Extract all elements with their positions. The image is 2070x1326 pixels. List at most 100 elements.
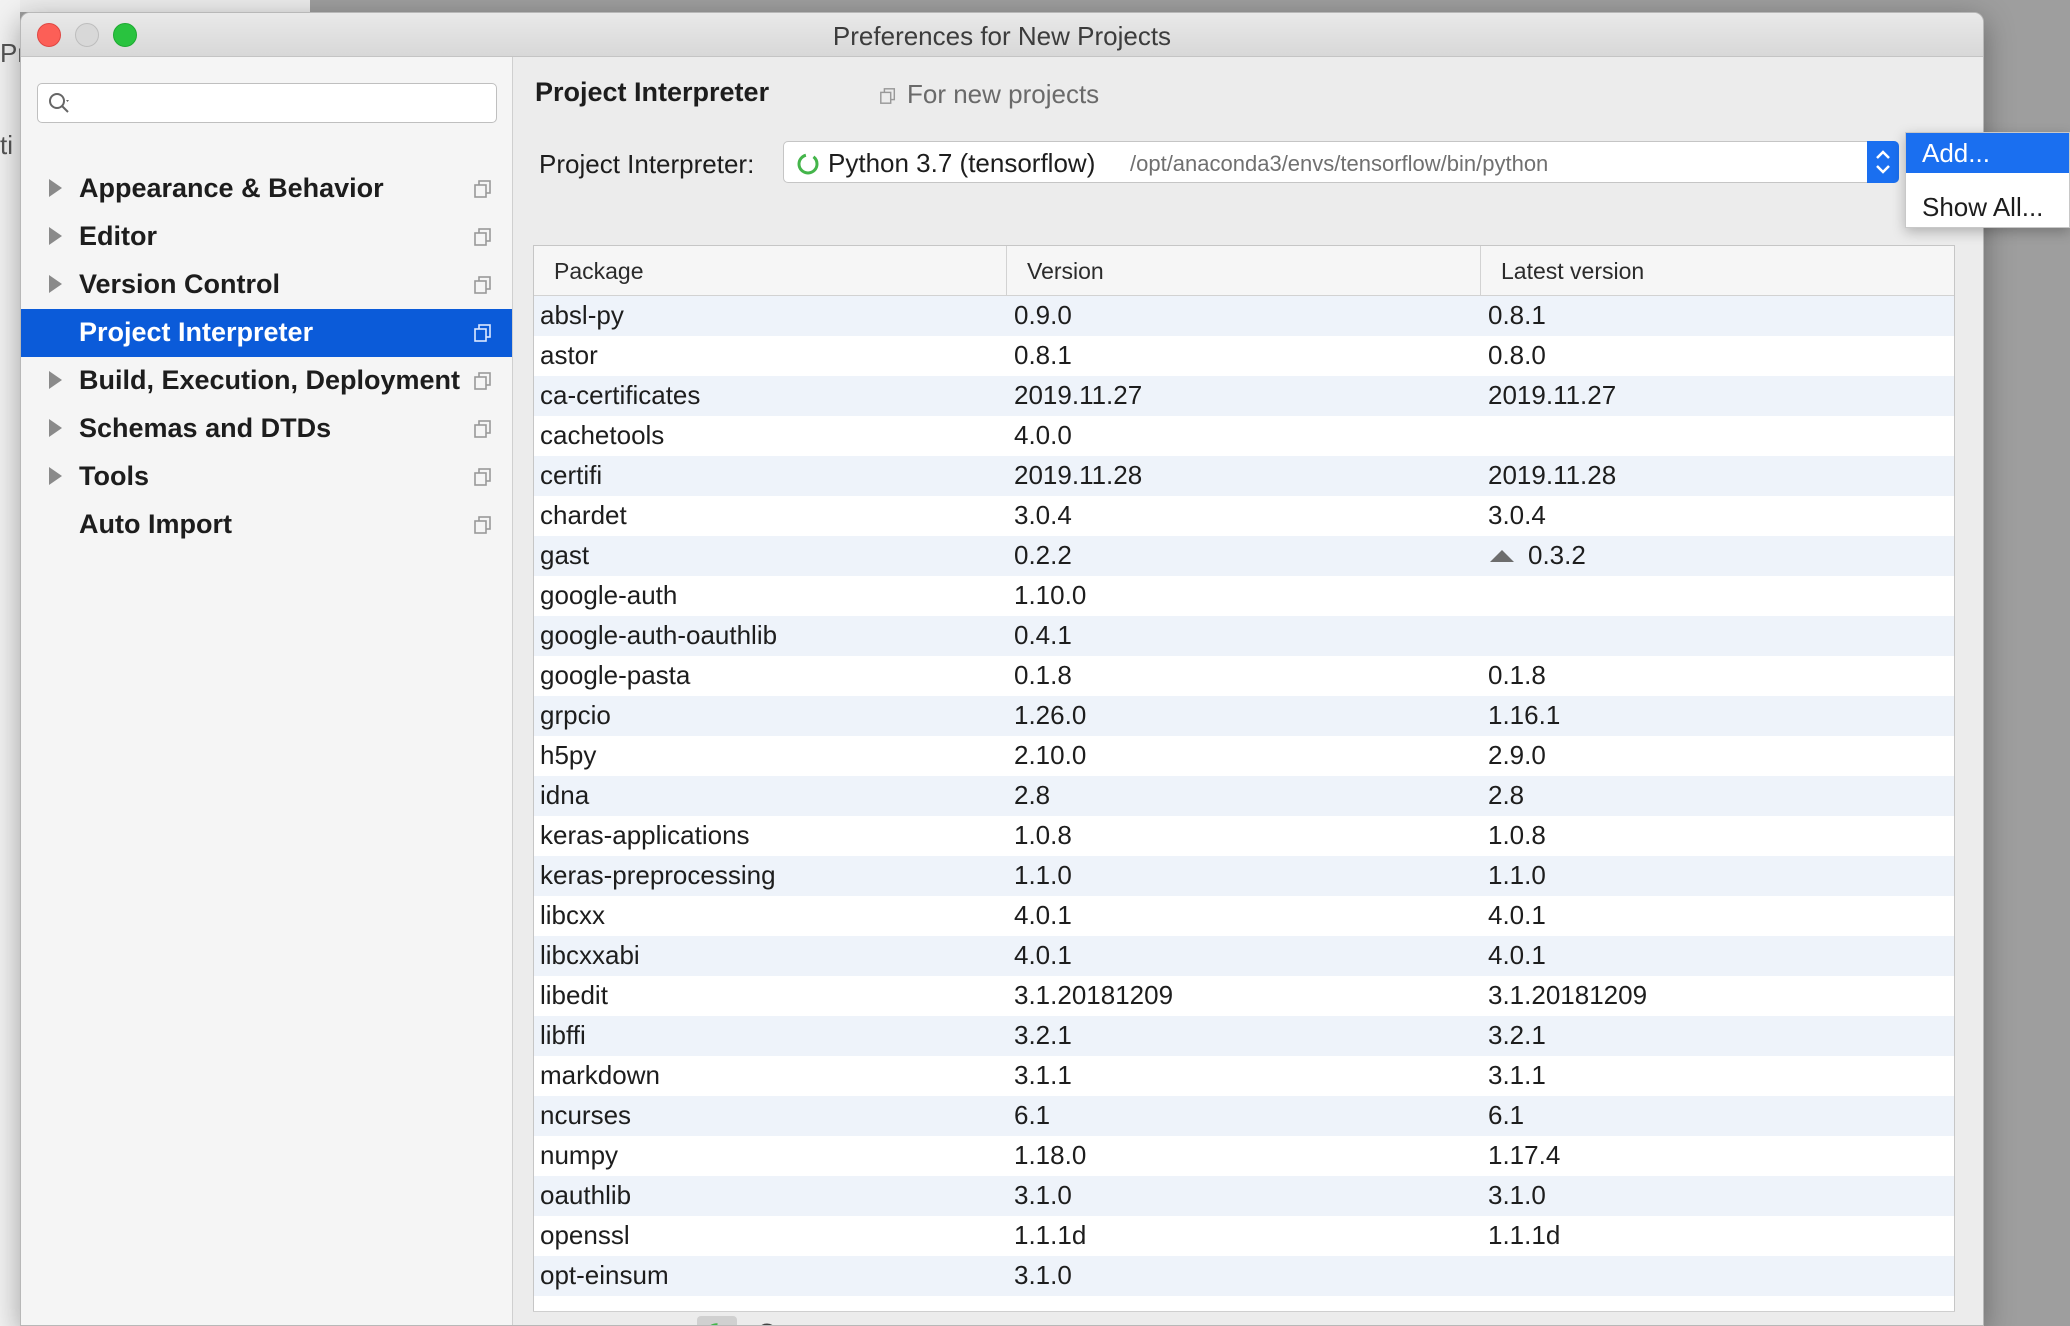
table-row[interactable]: cachetools 4.0.0 <box>534 416 1954 456</box>
upgrade-package-button[interactable] <box>639 1316 679 1325</box>
table-row[interactable]: libedit 3.1.20181209 3.1.20181209 <box>534 976 1954 1016</box>
package-name-cell: absl-py <box>540 300 624 330</box>
sidebar-item-build-execution-deployment[interactable]: Build, Execution, Deployment <box>21 357 512 405</box>
add-package-button[interactable]: + <box>539 1316 579 1325</box>
project-scope-icon <box>474 180 491 198</box>
expand-arrow-icon[interactable] <box>49 371 62 389</box>
latest-version-cell: 1.17.4 <box>1488 1140 1561 1170</box>
sidebar-item-schemas-dtds[interactable]: Schemas and DTDs <box>21 405 512 453</box>
table-body: absl-py 0.9.0 0.8.1 astor 0.8.1 0.8.0 ca-certi… <box>534 296 1954 1296</box>
package-name-cell: gast <box>540 540 590 570</box>
table-row[interactable]: libcxxabi 4.0.1 4.0.1 <box>534 936 1954 976</box>
latest-version-cell: 0.1.8 <box>1488 660 1546 690</box>
menu-item-show-all[interactable]: Show All... <box>1906 187 2069 227</box>
package-name-cell: openssl <box>540 1220 630 1250</box>
conda-env-icon <box>797 153 819 175</box>
window-title: Preferences for New Projects <box>832 21 1172 51</box>
table-row[interactable]: certifi 2019.11.28 2019.11.28 <box>534 456 1954 496</box>
table-row[interactable]: ncurses 6.1 6.1 <box>534 1096 1954 1136</box>
expand-arrow-icon[interactable] <box>49 179 62 197</box>
show-early-releases-button[interactable] <box>747 1316 787 1325</box>
latest-version-cell: 3.0.4 <box>1488 500 1546 530</box>
upgrade-available-icon[interactable] <box>1490 550 1514 562</box>
interpreter-label: Project Interpreter: <box>539 149 755 179</box>
sidebar-item-project-interpreter[interactable]: Project Interpreter <box>21 309 512 357</box>
package-version-cell: 0.1.8 <box>1014 660 1072 690</box>
project-scope-icon <box>474 276 491 294</box>
table-row[interactable]: chardet 3.0.4 3.0.4 <box>534 496 1954 536</box>
package-name-cell: libedit <box>540 980 608 1010</box>
package-version-cell: 0.2.2 <box>1014 540 1072 570</box>
column-header-latest-version[interactable]: Latest version <box>1481 246 1954 296</box>
expand-arrow-icon[interactable] <box>49 419 62 437</box>
latest-version-cell: 2019.11.28 <box>1488 460 1617 490</box>
package-name-cell: libffi <box>540 1020 586 1050</box>
column-header-version[interactable]: Version <box>1007 246 1481 296</box>
package-name-cell: keras-preprocessing <box>540 860 776 890</box>
sidebar-item-appearance-behavior[interactable]: Appearance & Behavior <box>21 165 512 213</box>
settings-nav: Appearance & Behavior Editor Version Con… <box>21 165 512 549</box>
table-row[interactable]: numpy 1.18.0 1.17.4 <box>534 1136 1954 1176</box>
table-row[interactable]: keras-preprocessing 1.1.0 1.1.0 <box>534 856 1954 896</box>
package-name-cell: numpy <box>540 1140 619 1170</box>
page-title: Project Interpreter <box>535 77 770 107</box>
table-row[interactable]: opt-einsum 3.1.0 <box>534 1256 1954 1296</box>
interpreter-settings-menu: Add... Show All... <box>1905 132 2070 228</box>
refresh-button[interactable] <box>697 1316 737 1325</box>
table-row[interactable]: openssl 1.1.1d 1.1.1d <box>534 1216 1954 1256</box>
background-text: ti <box>0 130 13 160</box>
remove-package-button[interactable]: − <box>589 1316 629 1325</box>
table-row[interactable]: gast 0.2.2 0.3.2 <box>534 536 1954 576</box>
table-row[interactable]: ca-certificates 2019.11.27 2019.11.27 <box>534 376 1954 416</box>
table-row[interactable]: absl-py 0.9.0 0.8.1 <box>534 296 1954 336</box>
table-row[interactable]: astor 0.8.1 0.8.0 <box>534 336 1954 376</box>
package-name-cell: libcxx <box>540 900 606 930</box>
select-stepper-icon[interactable] <box>1867 141 1899 183</box>
sidebar-item-tools[interactable]: Tools <box>21 453 512 501</box>
table-row[interactable]: grpcio 1.26.0 1.16.1 <box>534 696 1954 736</box>
table-row[interactable]: google-pasta 0.1.8 0.1.8 <box>534 656 1954 696</box>
package-name-cell: ncurses <box>540 1100 632 1130</box>
table-row[interactable]: keras-applications 1.0.8 1.0.8 <box>534 816 1954 856</box>
table-row[interactable]: idna 2.8 2.8 <box>534 776 1954 816</box>
package-name-cell: opt-einsum <box>540 1260 669 1290</box>
table-row[interactable]: libffi 3.2.1 3.2.1 <box>534 1016 1954 1056</box>
package-name-cell: google-auth-oauthlib <box>540 620 778 650</box>
sidebar-item-editor[interactable]: Editor <box>21 213 512 261</box>
column-header-package[interactable]: Package <box>534 246 1007 296</box>
sidebar-item-label: Project Interpreter <box>79 317 314 347</box>
expand-arrow-icon[interactable] <box>49 227 62 245</box>
package-name-cell: libcxxabi <box>540 940 640 970</box>
settings-search[interactable] <box>37 83 497 123</box>
menu-item-add[interactable]: Add... <box>1906 133 2069 173</box>
package-version-cell: 3.1.0 <box>1014 1180 1072 1210</box>
package-name-cell: ca-certificates <box>540 380 701 410</box>
search-input[interactable] <box>86 88 488 118</box>
latest-version-cell: 4.0.1 <box>1488 940 1546 970</box>
package-version-cell: 4.0.0 <box>1014 420 1072 450</box>
sidebar-item-auto-import[interactable]: Auto Import <box>21 501 512 549</box>
latest-version-cell: 2.8 <box>1488 780 1525 810</box>
table-row[interactable]: h5py 2.10.0 2.9.0 <box>534 736 1954 776</box>
sidebar-item-label: Build, Execution, Deployment <box>79 365 461 395</box>
table-row[interactable]: google-auth 1.10.0 <box>534 576 1954 616</box>
latest-version-cell: 3.1.1 <box>1488 1060 1546 1090</box>
package-name-cell: astor <box>540 340 598 370</box>
project-scope-icon <box>474 468 491 486</box>
expand-arrow-icon[interactable] <box>49 275 62 293</box>
latest-version-cell: 4.0.1 <box>1488 900 1546 930</box>
interpreter-select[interactable]: Python 3.7 (tensorflow) /opt/anaconda3/e… <box>783 141 1899 183</box>
sidebar-item-label: Editor <box>79 221 157 251</box>
table-row[interactable]: libcxx 4.0.1 4.0.1 <box>534 896 1954 936</box>
latest-version-cell: 6.1 <box>1488 1100 1525 1130</box>
project-scope-icon <box>474 228 491 246</box>
table-row[interactable]: google-auth-oauthlib 0.4.1 <box>534 616 1954 656</box>
latest-version-cell: 1.1.1d <box>1488 1220 1561 1250</box>
sidebar-item-label: Tools <box>79 461 149 491</box>
table-row[interactable]: markdown 3.1.1 3.1.1 <box>534 1056 1954 1096</box>
expand-arrow-icon[interactable] <box>49 467 62 485</box>
table-row[interactable]: oauthlib 3.1.0 3.1.0 <box>534 1176 1954 1216</box>
package-version-cell: 2019.11.28 <box>1014 460 1143 490</box>
sidebar-item-version-control[interactable]: Version Control <box>21 261 512 309</box>
latest-version-cell: 0.3.2 <box>1528 540 1586 570</box>
